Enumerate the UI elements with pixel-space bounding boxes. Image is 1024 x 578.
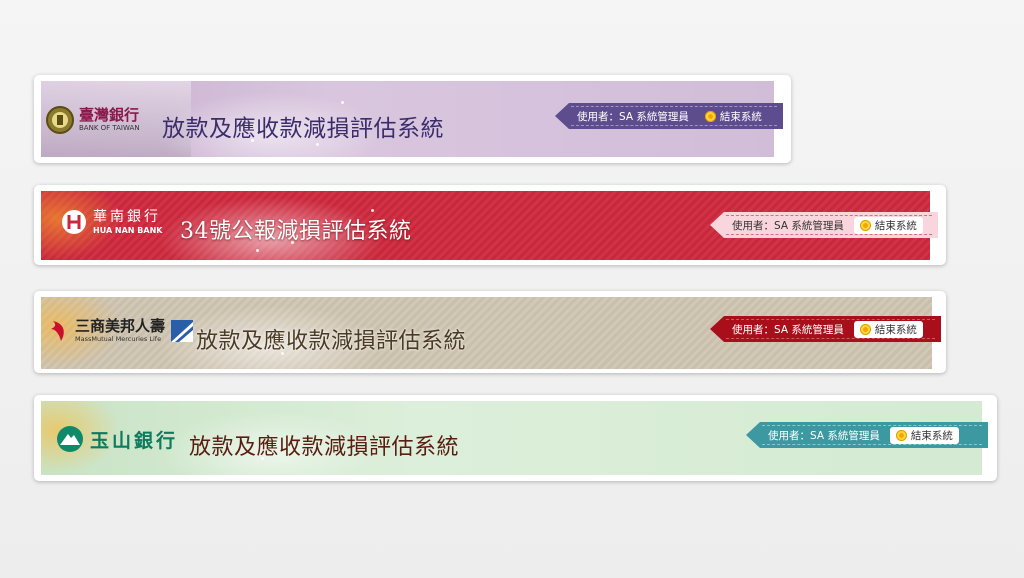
logout-button[interactable]: 結束系統 (699, 108, 768, 125)
bank-seal-icon (46, 106, 74, 134)
logout-button[interactable]: 結束系統 (889, 426, 959, 444)
banner-massmutual: 三商美邦人壽 MassMutual Mercuries Life 放款及應收款減… (34, 291, 946, 373)
user-label: 使用者：SA 系統管理員 (768, 429, 880, 442)
system-title: 34號公報減損評估系統 (180, 219, 412, 244)
logout-label: 結束系統 (719, 110, 762, 123)
logo-text-cn: 玉山銀行 (90, 429, 179, 452)
logout-label: 結束系統 (910, 429, 953, 442)
bank-of-taiwan-logo: 臺灣銀行 BANK OF TAIWAN (45, 105, 140, 135)
logout-button[interactable]: 結束系統 (853, 216, 923, 234)
system-title: 放款及應收款減損評估系統 (189, 435, 460, 460)
banner-esun-bank: 玉山銀行 放款及應收款減損評估系統 使用者：SA 系統管理員 結束系統 (34, 395, 997, 481)
system-title: 放款及應收款減損評估系統 (196, 329, 467, 354)
logo-text-en: MassMutual Mercuries Life (75, 335, 162, 344)
flower-icon (895, 429, 907, 441)
phoenix-icon (51, 321, 64, 341)
logo-text-cn: 華南銀行 (93, 208, 161, 225)
mountain-icon (57, 426, 83, 452)
logo-text-cn: 三商美邦人壽 (75, 317, 166, 336)
hua-nan-emblem-icon (62, 210, 86, 234)
flower-icon (704, 110, 716, 122)
banner-bank-of-taiwan: 臺灣銀行 BANK OF TAIWAN 放款及應收款減損評估系統 使用者：SA … (34, 75, 791, 163)
user-ribbon: 使用者：SA 系統管理員 結束系統 (746, 422, 988, 448)
massmutual-logo: 三商美邦人壽 MassMutual Mercuries Life (49, 317, 194, 345)
hua-nan-logo: 華南銀行 HUA NAN BANK (61, 209, 162, 235)
logo-text-en: BANK OF TAIWAN (79, 124, 140, 132)
flower-icon (859, 323, 871, 335)
flower-icon (859, 219, 871, 231)
user-label: 使用者：SA 系統管理員 (732, 219, 844, 232)
system-title: 放款及應收款減損評估系統 (162, 116, 444, 142)
user-ribbon: 使用者：SA 系統管理員 結束系統 (555, 103, 783, 129)
logout-label: 結束系統 (874, 219, 917, 232)
logout-label: 結束系統 (874, 323, 917, 336)
user-label: 使用者：SA 系統管理員 (577, 110, 689, 123)
logout-button[interactable]: 結束系統 (853, 320, 923, 338)
banner-hua-nan-bank: 華南銀行 HUA NAN BANK 34號公報減損評估系統 使用者：SA 系統管… (34, 185, 946, 265)
massmutual-mark-icon (171, 320, 194, 342)
logo-text-en: HUA NAN BANK (93, 225, 163, 235)
esun-logo: 玉山銀行 (56, 425, 178, 453)
user-ribbon: 使用者：SA 系統管理員 結束系統 (710, 316, 941, 342)
user-ribbon: 使用者：SA 系統管理員 結束系統 (710, 212, 938, 238)
user-label: 使用者：SA 系統管理員 (732, 323, 844, 336)
logo-text-cn: 臺灣銀行 (79, 106, 140, 124)
